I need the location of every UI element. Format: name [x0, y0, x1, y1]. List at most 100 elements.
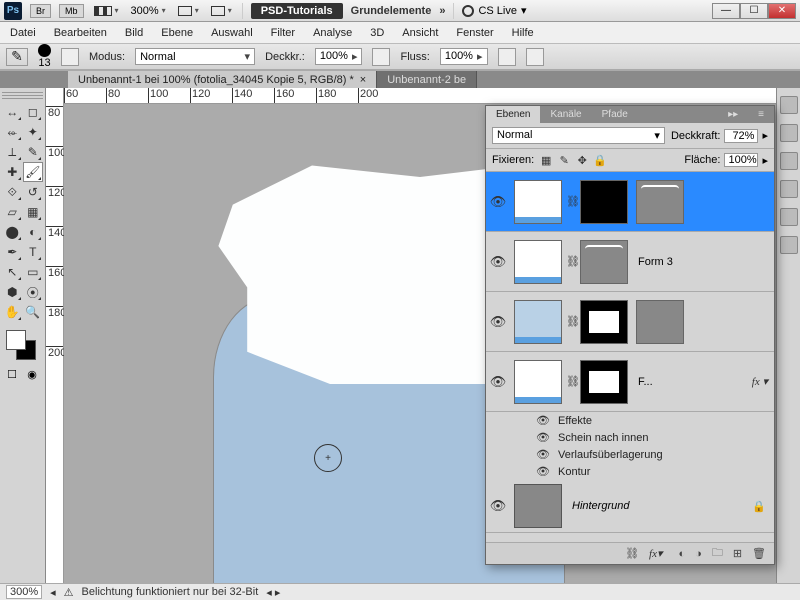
panel-icon-3[interactable] — [780, 152, 798, 170]
opacity-slider-icon[interactable]: ▸ — [762, 129, 768, 142]
layer-thumb[interactable] — [514, 300, 562, 344]
maximize-button[interactable]: ☐ — [740, 3, 768, 19]
type-tool[interactable]: T — [23, 242, 44, 262]
gradient-tool[interactable]: ▦ — [23, 202, 44, 222]
workspace-label[interactable]: Grundelemente — [351, 5, 432, 17]
visibility-icon[interactable]: 👁 — [486, 498, 510, 514]
layer-mask-thumb[interactable] — [580, 360, 628, 404]
3d-tool[interactable]: ⬢ — [2, 282, 23, 302]
workspace-tab[interactable]: PSD-Tutorials — [251, 3, 343, 19]
arrange-dropdown[interactable] — [209, 6, 234, 16]
menu-analysis[interactable]: Analyse — [313, 27, 352, 39]
flow-input[interactable]: 100% — [440, 48, 488, 65]
menu-layer[interactable]: Ebene — [161, 27, 193, 39]
adjustment-layer-icon[interactable]: ◑ — [695, 548, 702, 560]
stamp-tool[interactable]: ⟐ — [2, 182, 23, 202]
delete-layer-icon[interactable]: 🗑 — [752, 547, 766, 560]
layer-mask-thumb[interactable] — [580, 180, 628, 224]
vector-mask-thumb[interactable] — [636, 180, 684, 224]
history-brush-tool[interactable]: ↺ — [23, 182, 44, 202]
fx-item[interactable]: 👁Kontur — [486, 463, 774, 480]
layer-opacity-input[interactable]: 72% — [724, 129, 758, 143]
menu-window[interactable]: Fenster — [456, 27, 493, 39]
layer-thumb[interactable] — [514, 240, 562, 284]
marquee-tool[interactable]: ◻ — [23, 102, 44, 122]
menu-help[interactable]: Hilfe — [512, 27, 534, 39]
panel-collapse-icon[interactable]: ▸▸ — [718, 106, 748, 123]
current-tool-icon[interactable]: ✎ — [6, 48, 28, 66]
opacity-input[interactable]: 100% — [315, 48, 363, 65]
visibility-icon[interactable]: 👁 — [536, 414, 550, 427]
toolbox-grip[interactable] — [2, 92, 43, 100]
menu-view[interactable]: Ansicht — [402, 27, 438, 39]
menu-select[interactable]: Auswahl — [211, 27, 253, 39]
brush-tool[interactable]: 🖌 — [23, 162, 44, 182]
panel-menu-icon[interactable]: ≡ — [748, 106, 774, 123]
path-select-tool[interactable]: ↖ — [2, 262, 23, 282]
lock-pixels-icon[interactable]: ✎ — [558, 154, 570, 166]
link-icon[interactable]: ⛓ — [566, 315, 576, 328]
link-icon[interactable]: ⛓ — [566, 195, 576, 208]
fx-item[interactable]: 👁Verlaufsüberlagerung — [486, 446, 774, 463]
layer-row[interactable]: 👁 ⛓ Form 3 — [486, 232, 774, 292]
vector-mask-thumb[interactable] — [636, 300, 684, 344]
layer-fill-input[interactable]: 100% — [724, 153, 758, 167]
visibility-icon[interactable]: 👁 — [486, 314, 510, 330]
brush-preset-picker[interactable]: 13 — [38, 44, 51, 69]
fill-slider-icon[interactable]: ▸ — [762, 154, 768, 167]
close-icon[interactable]: × — [360, 74, 366, 86]
menu-image[interactable]: Bild — [125, 27, 143, 39]
blur-tool[interactable]: ⬤ — [2, 222, 23, 242]
link-icon[interactable]: ⛓ — [566, 375, 576, 388]
lock-position-icon[interactable]: ✥ — [576, 154, 588, 166]
shape-tool[interactable]: ▭ — [23, 262, 44, 282]
new-group-icon[interactable]: 🗀 — [712, 544, 723, 563]
vector-mask-thumb[interactable] — [580, 240, 628, 284]
layer-thumb[interactable] — [514, 180, 562, 224]
add-mask-icon[interactable]: ◐ — [679, 548, 686, 560]
panel-icon-4[interactable] — [780, 180, 798, 198]
visibility-icon[interactable]: 👁 — [536, 448, 550, 461]
layer-mask-thumb[interactable] — [580, 300, 628, 344]
panel-icon-1[interactable] — [780, 96, 798, 114]
layer-thumb[interactable] — [514, 360, 562, 404]
layer-name[interactable]: Form 3 — [632, 256, 774, 268]
tablet-size-toggle[interactable] — [526, 48, 544, 66]
menu-file[interactable]: Datei — [10, 27, 36, 39]
blend-mode-select[interactable]: Normal — [135, 48, 255, 65]
heal-tool[interactable]: ✚ — [2, 162, 23, 182]
more-workspaces-icon[interactable]: » — [439, 5, 445, 17]
panel-icon-6[interactable] — [780, 236, 798, 254]
quickmask-toggle[interactable]: ☐◉ — [2, 366, 42, 382]
layer-row[interactable]: 👁 ⛓ — [486, 172, 774, 232]
layer-row-background[interactable]: 👁 Hintergrund 🔒 — [486, 480, 774, 533]
layer-row[interactable]: 👁 ⛓ — [486, 292, 774, 352]
pen-tool[interactable]: ✒ — [2, 242, 23, 262]
layer-blend-mode[interactable]: Normal — [492, 127, 665, 144]
minibridge-button[interactable]: Mb — [59, 4, 84, 18]
foreground-color[interactable] — [6, 330, 26, 350]
bridge-button[interactable]: Br — [30, 4, 51, 18]
link-icon[interactable]: ⛓ — [566, 255, 576, 268]
tab-channels[interactable]: Kanäle — [540, 106, 591, 123]
layer-thumb[interactable] — [514, 484, 562, 528]
fx-item[interactable]: 👁Schein nach innen — [486, 429, 774, 446]
tab-layers[interactable]: Ebenen — [486, 106, 540, 123]
zoom-dropdown[interactable]: 300% — [129, 5, 168, 17]
dodge-tool[interactable]: ◐ — [23, 222, 44, 242]
visibility-icon[interactable]: 👁 — [486, 374, 510, 390]
menu-filter[interactable]: Filter — [271, 27, 295, 39]
eyedropper-tool[interactable]: ✎ — [23, 142, 44, 162]
lock-transparent-icon[interactable]: ▦ — [540, 154, 552, 166]
layer-row[interactable]: 👁 ⛓ F... fx ▾ — [486, 352, 774, 412]
status-nav-icon[interactable]: ◂ — [50, 586, 56, 599]
add-style-icon[interactable]: fx▾ — [649, 547, 668, 560]
menu-edit[interactable]: Bearbeiten — [54, 27, 107, 39]
new-layer-icon[interactable]: ⊞ — [733, 547, 742, 560]
zoom-field[interactable]: 300% — [6, 585, 42, 599]
crop-tool[interactable]: ⟂ — [2, 142, 23, 162]
tab-paths[interactable]: Pfade — [592, 106, 638, 123]
screen-mode-dropdown[interactable] — [92, 6, 121, 16]
airbrush-toggle[interactable] — [498, 48, 516, 66]
visibility-icon[interactable]: 👁 — [536, 465, 550, 478]
